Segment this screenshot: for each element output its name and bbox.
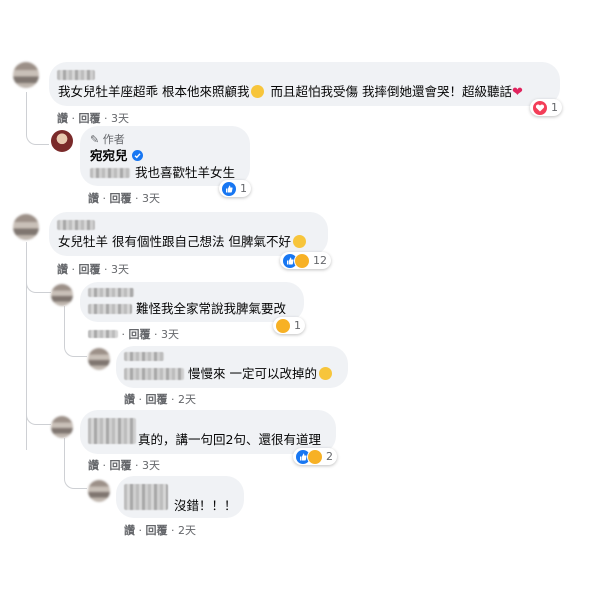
author-badge: ✎ 作者 <box>90 133 125 146</box>
comment-text: 我女兒牡羊座超乖 根本他來照顧我 而且超怕我受傷 我摔倒她還會哭！超級聽話❤ <box>58 84 523 100</box>
avatar[interactable] <box>51 284 73 306</box>
comment-bubble: 我女兒牡羊座超乖 根本他來照顧我 而且超怕我受傷 我摔倒她還會哭！超級聽話❤ <box>49 62 560 106</box>
sad-emoji-icon <box>292 235 306 248</box>
avatar[interactable] <box>88 348 110 370</box>
comment-bubble: 慢慢來 一定可以改掉的 <box>116 346 348 388</box>
reaction-summary[interactable]: 2 <box>293 448 337 465</box>
reaction-count: 1 <box>240 182 247 195</box>
tagged-name-blurred[interactable] <box>88 304 132 314</box>
reply-button[interactable]: 回覆 <box>79 112 101 125</box>
comment-actions: 讚 · 回覆 · 3天 <box>57 263 129 276</box>
comment-text: 我也喜歡牡羊女生 <box>135 165 236 180</box>
comment-actions: 讚 · 回覆 · 2天 <box>124 393 196 406</box>
reaction-summary[interactable]: 1 <box>530 99 562 116</box>
rofl-emoji-icon <box>251 85 265 98</box>
like-button[interactable]: 讚 <box>57 112 68 125</box>
avatar[interactable] <box>13 62 39 88</box>
like-button[interactable]: 讚 <box>88 192 99 205</box>
comment-actions: 讚 · 回覆 · 2天 <box>124 524 196 537</box>
reply-button[interactable]: 回覆 <box>110 459 132 472</box>
comment-actions: · 回覆 · 3天 <box>88 326 179 342</box>
reaction-count: 2 <box>326 450 333 463</box>
author-name[interactable]: 宛宛兒 <box>90 148 143 164</box>
reply-button[interactable]: 回覆 <box>129 328 151 341</box>
blurred-action <box>88 330 118 338</box>
heart-emoji-icon: ❤ <box>511 85 523 100</box>
like-button[interactable]: 讚 <box>124 524 135 537</box>
comment-actions: 讚 · 回覆 · 3天 <box>88 192 160 205</box>
tagged-name-blurred[interactable] <box>124 368 184 380</box>
comment-text: 難怪我全家常說我脾氣要改 <box>136 301 287 316</box>
reply-button[interactable]: 回覆 <box>110 192 132 205</box>
reaction-count: 1 <box>551 101 558 114</box>
reply-button[interactable]: 回覆 <box>79 263 101 276</box>
avatar[interactable] <box>13 214 39 240</box>
timestamp[interactable]: 3天 <box>111 263 129 276</box>
comment-bubble: 難怪我全家常說我脾氣要改 <box>80 282 304 322</box>
haha-reaction-icon <box>294 252 310 269</box>
comment-actions: 讚 · 回覆 · 3天 <box>57 112 129 125</box>
reply-button[interactable]: 回覆 <box>146 393 168 406</box>
author-avatar[interactable] <box>51 130 73 152</box>
reaction-count: 1 <box>294 319 301 332</box>
tagged-name-blurred[interactable] <box>124 484 168 510</box>
reaction-count: 12 <box>313 254 327 267</box>
timestamp[interactable]: 3天 <box>142 192 160 205</box>
like-button[interactable]: 讚 <box>57 263 68 276</box>
thread-line <box>26 92 49 145</box>
love-reaction-icon <box>532 99 548 116</box>
comment-bubble: 沒錯！！！ <box>116 476 244 518</box>
comment-bubble: 女兒牡羊 很有個性跟自己想法 但脾氣不好 <box>49 212 328 256</box>
avatar[interactable] <box>88 480 110 502</box>
comment-text: 女兒牡羊 很有個性跟自己想法 但脾氣不好 <box>58 234 306 250</box>
comment-text: 真的，講一句回2句、還很有道理 <box>138 432 321 447</box>
comment-text: 沒錯！！！ <box>174 498 237 513</box>
avatar[interactable] <box>51 416 73 438</box>
author-name-blurred[interactable] <box>124 352 164 361</box>
author-name-blurred[interactable] <box>88 288 134 297</box>
verified-badge-icon <box>131 150 143 161</box>
author-name-blurred[interactable] <box>57 70 95 80</box>
love-face-emoji-icon <box>318 367 332 380</box>
timestamp[interactable]: 2天 <box>178 393 196 406</box>
timestamp[interactable]: 2天 <box>178 524 196 537</box>
tagged-name-blurred[interactable] <box>90 168 130 178</box>
reaction-summary[interactable]: 12 <box>280 252 331 269</box>
pen-icon: ✎ <box>90 133 100 146</box>
timestamp[interactable]: 3天 <box>111 112 129 125</box>
comment-bubble: 真的，講一句回2句、還很有道理 <box>80 410 336 454</box>
reaction-summary[interactable]: 1 <box>219 180 251 197</box>
haha-reaction-icon <box>275 317 291 334</box>
like-button[interactable]: 讚 <box>124 393 135 406</box>
comment-text: 慢慢來 一定可以改掉的 <box>188 366 332 382</box>
like-button[interactable]: 讚 <box>88 459 99 472</box>
thread-line <box>26 278 51 293</box>
timestamp[interactable]: 3天 <box>142 459 160 472</box>
timestamp[interactable]: 3天 <box>161 328 179 341</box>
haha-reaction-icon <box>307 448 323 465</box>
thread-line <box>64 470 87 489</box>
reaction-summary[interactable]: 1 <box>273 317 305 334</box>
like-reaction-icon <box>221 180 237 197</box>
comment-actions: 讚 · 回覆 · 3天 <box>88 459 160 472</box>
reply-button[interactable]: 回覆 <box>146 524 168 537</box>
comment-bubble: ✎ 作者 宛宛兒 我也喜歡牡羊女生 <box>80 126 250 186</box>
thread-line <box>64 338 87 357</box>
thread-line <box>26 410 51 425</box>
tagged-name-blurred[interactable] <box>88 418 136 444</box>
author-name-blurred[interactable] <box>57 220 95 230</box>
